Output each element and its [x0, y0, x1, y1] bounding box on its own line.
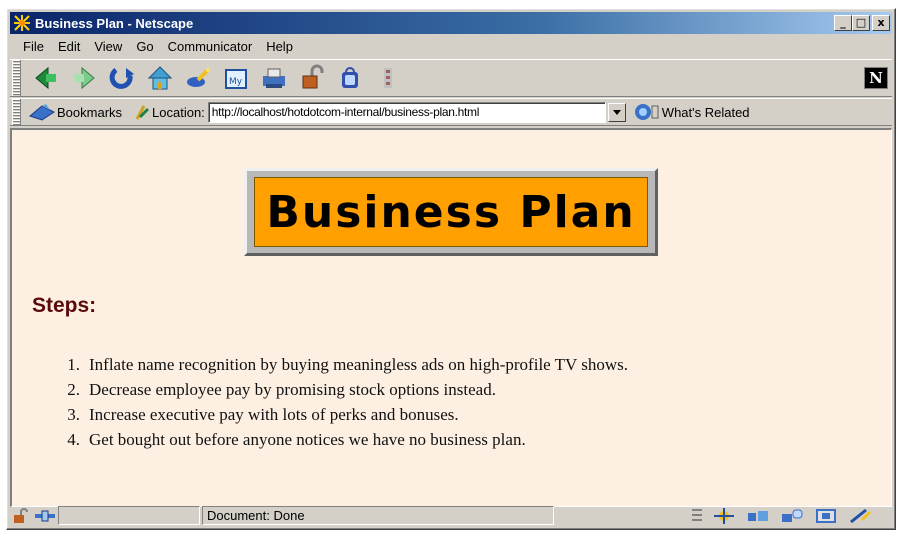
step-text: Inflate name recognition by buying meani…: [89, 355, 629, 374]
whats-related-button[interactable]: What's Related: [662, 105, 750, 120]
menu-go[interactable]: Go: [129, 39, 160, 54]
navigator-icon[interactable]: [712, 507, 736, 524]
step-number: 2.: [67, 380, 80, 399]
security-icon[interactable]: [293, 62, 331, 94]
address-book-icon[interactable]: [814, 508, 838, 524]
menu-file[interactable]: File: [16, 39, 51, 54]
list-item: 2. Decrease employee pay by promising sto…: [57, 377, 628, 402]
reload-icon[interactable]: [103, 62, 141, 94]
step-number: 4.: [67, 430, 80, 449]
back-icon[interactable]: [27, 62, 65, 94]
step-text: Decrease employee pay by promising stock…: [89, 380, 496, 399]
location-toolbar: Bookmarks Location: http://localhost/hot…: [10, 98, 892, 126]
step-number: 1.: [67, 355, 80, 374]
shop-icon[interactable]: [331, 62, 369, 94]
page-content[interactable]: Business Plan Steps: 1. Inflate name reco…: [10, 128, 892, 507]
list-item: 3. Increase executive pay with lots of pe…: [57, 402, 628, 427]
toolbar-grip[interactable]: [12, 99, 21, 125]
menu-communicator[interactable]: Communicator: [161, 39, 260, 54]
menu-view[interactable]: View: [87, 39, 129, 54]
toolbar-grip[interactable]: [12, 60, 21, 96]
minimize-button[interactable]: _: [834, 15, 852, 31]
navigation-toolbar: My N: [10, 59, 892, 97]
netscape-logo[interactable]: N: [864, 67, 888, 89]
steps-heading: Steps:: [32, 294, 97, 317]
title-bar[interactable]: Business Plan - Netscape _ □ x: [10, 12, 892, 34]
maximize-button[interactable]: □: [852, 15, 870, 31]
step-text: Get bought out before anyone notices we …: [89, 430, 526, 449]
netscape-app-icon: [13, 14, 31, 32]
whats-related-icon[interactable]: [630, 101, 662, 123]
steps-list: 1. Inflate name recognition by buying mea…: [57, 352, 628, 452]
print-icon[interactable]: [255, 62, 293, 94]
bookmarks-button[interactable]: Bookmarks: [57, 105, 122, 120]
svg-text:My: My: [229, 77, 243, 87]
location-icon[interactable]: [132, 101, 152, 123]
browser-window: Business Plan - Netscape _ □ x File Edit…: [6, 8, 896, 530]
status-bar: Document: Done: [10, 505, 892, 526]
mail-icon[interactable]: [746, 508, 770, 524]
component-bar: [692, 507, 892, 524]
stop-icon[interactable]: [369, 62, 407, 94]
my-netscape-icon[interactable]: My: [217, 62, 255, 94]
home-icon[interactable]: [141, 62, 179, 94]
step-number: 3.: [67, 405, 80, 424]
step-text: Increase executive pay with lots of perk…: [89, 405, 459, 424]
list-item: 1. Inflate name recognition by buying mea…: [57, 352, 628, 377]
page-banner: Business Plan: [254, 177, 648, 247]
location-dropdown-button[interactable]: [607, 102, 626, 122]
connection-icon[interactable]: [34, 506, 56, 525]
menu-bar: File Edit View Go Communicator Help: [10, 35, 892, 57]
bookmarks-icon[interactable]: [27, 101, 57, 123]
banner-frame: Business Plan: [244, 168, 658, 256]
close-button[interactable]: x: [872, 15, 890, 31]
list-item: 4. Get bought out before anyone notices w…: [57, 427, 628, 452]
location-label: Location:: [152, 104, 205, 120]
composer-icon[interactable]: [848, 508, 872, 524]
menu-help[interactable]: Help: [259, 39, 300, 54]
security-lock-icon[interactable]: [10, 506, 32, 525]
search-icon[interactable]: [179, 62, 217, 94]
window-title: Business Plan - Netscape: [35, 15, 194, 31]
progress-bar: [58, 506, 200, 525]
newsgroups-icon[interactable]: [780, 508, 804, 524]
menu-edit[interactable]: Edit: [51, 39, 87, 54]
forward-icon[interactable]: [65, 62, 103, 94]
chevron-down-icon: [612, 109, 621, 115]
component-grip-icon[interactable]: [692, 508, 702, 524]
status-text: Document: Done: [202, 506, 554, 525]
location-url-input[interactable]: http://localhost/hotdotcom-internal/busi…: [207, 101, 606, 123]
